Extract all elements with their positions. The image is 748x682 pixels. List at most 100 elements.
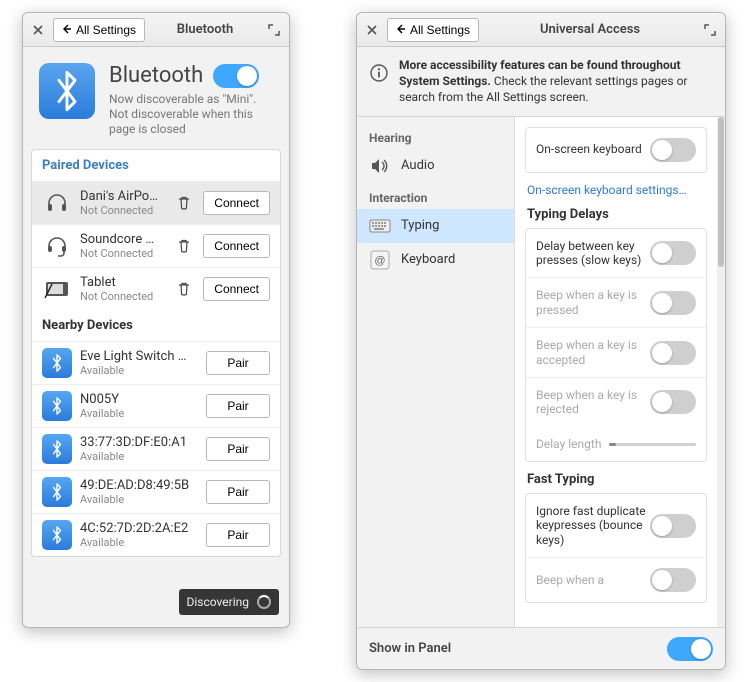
bluetooth-icon [42, 520, 72, 550]
bluetooth-icon [42, 477, 72, 507]
footer: Show in Panel [357, 627, 725, 669]
device-status: Available [80, 364, 198, 377]
nearby-device-row[interactable]: 33:77:3D:DF:E0:A1Available Pair [32, 427, 280, 470]
device-name: Dani's AirPo… [80, 189, 165, 204]
show-in-panel-toggle[interactable] [667, 637, 713, 661]
setting-label: Beep when a key is accepted [536, 338, 646, 367]
devices-panel: Paired Devices Dani's AirPo…Not Connecte… [31, 149, 281, 557]
svg-text:@: @ [374, 255, 385, 267]
remove-device-button[interactable] [173, 278, 195, 300]
sidebar-group-label: Hearing [357, 123, 514, 149]
fast-typing-heading: Fast Typing [527, 472, 707, 487]
device-status: Available [80, 450, 198, 463]
info-text: More accessibility features can be found… [399, 57, 713, 106]
back-all-settings-button[interactable]: All Settings [387, 18, 479, 42]
setting-label: Beep when a [536, 573, 604, 587]
delay-length-label: Delay length [536, 437, 601, 451]
paired-device-row[interactable]: Dani's AirPo…Not ConnectedConnect [32, 181, 280, 224]
typing-delays-heading: Typing Delays [527, 207, 707, 222]
back-label: All Settings [76, 23, 136, 37]
paired-device-row[interactable]: Soundcore …Not ConnectedConnect [32, 224, 280, 267]
bluetooth-icon [42, 348, 72, 378]
pair-button[interactable]: Pair [206, 351, 270, 375]
tablet-icon [42, 274, 72, 304]
arrow-left-icon [396, 23, 406, 37]
connect-button[interactable]: Connect [203, 191, 270, 215]
setting-label: Ignore fast duplicate keypresses (bounce… [536, 504, 646, 547]
sidebar-item-label: Keyboard [401, 252, 455, 267]
back-all-settings-button[interactable]: All Settings [53, 18, 145, 42]
nearby-device-row[interactable]: Eve Light Switch …Available Pair [32, 341, 280, 384]
expand-icon[interactable] [265, 21, 283, 39]
sidebar-item-label: Audio [401, 158, 434, 173]
device-name: Tablet [80, 275, 165, 290]
sidebar-group-label: Interaction [357, 183, 514, 209]
info-banner: More accessibility features can be found… [357, 47, 725, 117]
setting-toggle[interactable] [650, 241, 696, 265]
setting-toggle [650, 341, 696, 365]
device-status: Not Connected [80, 247, 165, 260]
bluetooth-status-text: Now discoverable as "Mini". Not discover… [109, 92, 269, 137]
setting-toggle [650, 390, 696, 414]
setting-label: Beep when a key is pressed [536, 288, 646, 317]
pair-button[interactable]: Pair [206, 437, 270, 461]
sidebar-item-label: Typing [401, 218, 439, 233]
keyboard-icon [369, 215, 391, 237]
device-status: Available [80, 407, 198, 420]
headset-icon [42, 231, 72, 261]
back-label: All Settings [410, 23, 470, 37]
nearby-device-row[interactable]: 4C:52:7D:2D:2A:E2AvailablePair [32, 513, 280, 556]
arrow-left-icon [62, 23, 72, 37]
pair-button[interactable]: Pair [206, 480, 270, 504]
device-name: 49:DE:AD:D8:49:5B [80, 478, 198, 493]
pair-button[interactable]: Pair [206, 523, 270, 547]
device-name: Eve Light Switch … [80, 349, 198, 364]
osk-toggle[interactable] [650, 138, 696, 162]
nearby-device-row[interactable]: 49:DE:AD:D8:49:5BAvailable Pair [32, 470, 280, 513]
atkey-icon: @ [369, 249, 391, 271]
device-name: N005Y [80, 392, 198, 407]
bluetooth-heading: Bluetooth [109, 63, 203, 88]
device-status: Available [80, 536, 198, 549]
device-status: Available [80, 493, 198, 506]
bluetooth-icon [42, 391, 72, 421]
delay-length-slider [609, 438, 696, 450]
bluetooth-icon [42, 434, 72, 464]
paired-devices-heading: Paired Devices [32, 150, 280, 181]
remove-device-button[interactable] [173, 235, 195, 257]
ua-body: Hearing Audio Interaction Typing @ Keyboard O… [357, 117, 725, 627]
bluetooth-window: All Settings Bluetooth Bluetooth Now dis… [22, 12, 290, 628]
bluetooth-toggle[interactable] [213, 64, 259, 88]
osk-label: On-screen keyboard [536, 142, 642, 156]
device-status: Not Connected [80, 290, 165, 303]
nearby-devices-heading: Nearby Devices [32, 310, 280, 341]
expand-icon[interactable] [701, 21, 719, 39]
osk-settings-link[interactable]: On-screen keyboard settings… [527, 183, 707, 197]
pair-button[interactable]: Pair [206, 394, 270, 418]
paired-device-row[interactable]: TabletNot Connected Connect [32, 267, 280, 310]
info-icon [369, 63, 389, 83]
close-icon[interactable] [363, 21, 381, 39]
remove-device-button[interactable] [173, 192, 195, 214]
connect-button[interactable]: Connect [203, 277, 270, 301]
setting-toggle[interactable] [650, 514, 696, 538]
scrollbar[interactable] [717, 117, 725, 627]
universal-access-window: All Settings Universal Access More acces… [356, 12, 726, 670]
setting-toggle [650, 568, 696, 592]
headphones-icon [42, 188, 72, 218]
speaker-icon [369, 155, 391, 177]
window-title: Universal Access [485, 22, 695, 37]
titlebar: All Settings Universal Access [357, 13, 725, 47]
sidebar-item-audio[interactable]: Audio [357, 149, 514, 183]
nearby-device-row[interactable]: N005YAvailable Pair [32, 384, 280, 427]
scroll-thumb[interactable] [718, 117, 724, 267]
device-name: 33:77:3D:DF:E0:A1 [80, 435, 198, 450]
close-icon[interactable] [29, 21, 47, 39]
sidebar: Hearing Audio Interaction Typing @ Keyboard [357, 117, 515, 627]
sidebar-item-typing[interactable]: Typing [357, 209, 514, 243]
window-title: Bluetooth [151, 22, 259, 37]
main-content: On-screen keyboard On-screen keyboard se… [515, 117, 725, 627]
connect-button[interactable]: Connect [203, 234, 270, 258]
sidebar-item-keyboard[interactable]: @ Keyboard [357, 243, 514, 277]
bluetooth-logo-icon [39, 63, 95, 119]
